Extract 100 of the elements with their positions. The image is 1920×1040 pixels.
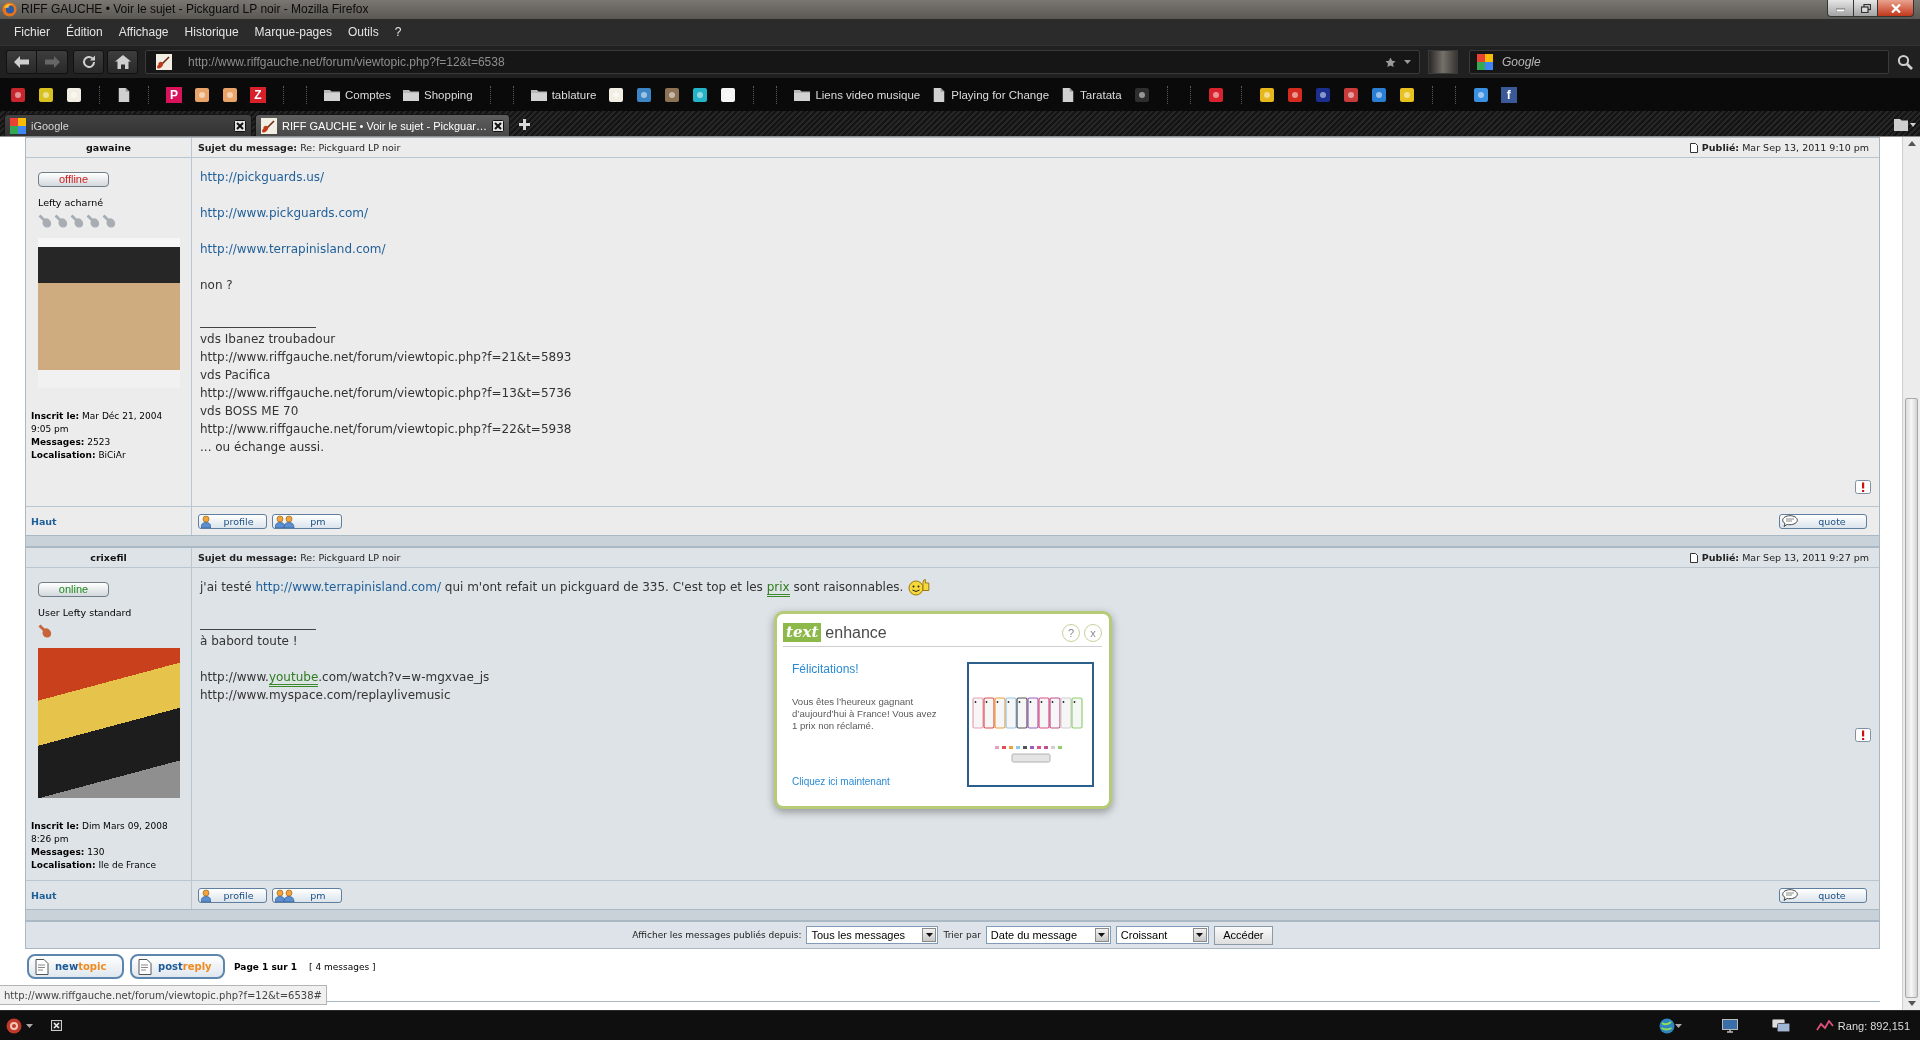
highlighted-link[interactable]: prix <box>766 580 790 597</box>
pm-button[interactable]: pm <box>272 513 342 529</box>
profile-detail: Localisation: BiCiAr <box>31 449 127 462</box>
bookmark-favicon-icon[interactable] <box>222 86 238 103</box>
menu-item[interactable]: Marque-pages <box>246 22 340 42</box>
post-reply-button[interactable]: postreply <box>130 954 225 979</box>
bookmark-favicon-icon[interactable] <box>692 86 709 103</box>
reload-button[interactable] <box>73 50 104 74</box>
monitor-icon[interactable] <box>1721 1018 1738 1033</box>
bookmark-favicon-icon[interactable] <box>194 86 210 103</box>
bookmark-letter-logo[interactable]: P <box>166 86 182 103</box>
address-field[interactable]: http://www.riffgauche.net/forum/viewtopic.php?f=12&t=6538 <box>145 50 1420 74</box>
bookmark-link[interactable]: Taratata <box>1061 86 1122 103</box>
popup-link[interactable]: Cliquez ici maintenant <box>792 776 967 787</box>
browser-tab[interactable]: RIFF GAUCHE • Voir le sujet - Pickguar… <box>255 114 510 136</box>
scroll-down-arrow-icon[interactable] <box>1907 1001 1916 1006</box>
profile-button[interactable]: profile <box>198 887 267 903</box>
profile-detail: Inscrit le: Dim Mars 09, 2008 8:26 pm <box>31 820 169 846</box>
bookmark-favicon-icon[interactable] <box>1398 86 1415 103</box>
bookmark-favicon-icon[interactable] <box>1286 86 1303 103</box>
bookmark-letter-logo[interactable]: Z <box>250 86 266 103</box>
exclamation-icon[interactable] <box>1855 728 1871 742</box>
profile-button[interactable]: profile <box>198 513 267 529</box>
go-button[interactable]: Accéder <box>1213 925 1273 945</box>
page-icon[interactable] <box>117 86 131 103</box>
bookmark-favicon-icon[interactable] <box>608 86 625 103</box>
target-icon[interactable] <box>6 1017 22 1034</box>
caret-icon <box>1404 60 1411 64</box>
browser-tab[interactable]: iGoogle <box>4 114 252 136</box>
bookmark-favicon-icon[interactable] <box>1342 86 1359 103</box>
bookmark-favicon-icon[interactable] <box>636 86 653 103</box>
menu-item[interactable]: Fichier <box>6 22 58 42</box>
bookmark-star-icon[interactable] <box>1385 56 1396 68</box>
highlighted-link[interactable]: youtube <box>268 670 319 687</box>
line-graph-icon[interactable] <box>1815 1019 1834 1032</box>
help-button[interactable]: ? <box>1062 623 1080 642</box>
bookmark-favicon-icon[interactable] <box>1133 86 1150 103</box>
thumbs-up-smiley-icon <box>908 578 931 596</box>
bookmark-folder[interactable]: tablature <box>530 88 597 101</box>
quote-button[interactable]: quote <box>1779 513 1867 529</box>
restore-icon <box>1860 3 1871 13</box>
dropdown[interactable]: Date du message <box>985 926 1111 944</box>
close-tab-icon[interactable] <box>234 119 246 132</box>
back-to-top-link[interactable]: Haut <box>31 889 57 901</box>
scrollbar-thumb[interactable] <box>1905 398 1918 998</box>
minimize-button[interactable] <box>1827 0 1854 17</box>
post-text: vds Pacifica <box>200 367 271 384</box>
bookmark-favicon-icon[interactable] <box>1258 86 1275 103</box>
quote-button[interactable]: quote <box>1779 887 1867 903</box>
scroll-up-arrow-icon[interactable] <box>1907 141 1916 146</box>
post-text: j'ai testé http://www.terrapinisland.com/ qui m'ont refait un pickguard de 335. C'est top et les prix sont raisonnables. <box>200 578 904 596</box>
menu-item[interactable]: ? <box>386 22 410 42</box>
restore-button[interactable] <box>1854 0 1878 17</box>
bookmark-favicon-icon[interactable] <box>1207 86 1224 103</box>
tab-list-icon[interactable] <box>1894 117 1916 131</box>
dropdown[interactable]: Croissant <box>1115 926 1209 944</box>
bookmark-favicon-icon[interactable] <box>1370 86 1387 103</box>
menu-item[interactable]: Affichage <box>110 22 177 42</box>
menu-item[interactable]: Outils <box>339 22 387 42</box>
close-tab-icon[interactable] <box>491 119 504 132</box>
exclamation-icon[interactable] <box>1855 480 1871 494</box>
menu-item[interactable]: Édition <box>58 22 111 42</box>
bookmark-favicon-icon[interactable] <box>1472 86 1489 103</box>
close-button[interactable]: x <box>1084 623 1102 642</box>
bookmark-favicon-icon[interactable] <box>664 86 681 103</box>
post-link[interactable]: http://www.terrapinisland.com/ <box>255 580 441 594</box>
new-tab-plus-icon[interactable] <box>518 119 530 130</box>
new-topic-button[interactable]: newtopic <box>27 954 124 979</box>
bookmark-link[interactable]: Playing for Change <box>932 86 1050 103</box>
back-to-top-link[interactable]: Haut <box>31 515 57 527</box>
home-button[interactable] <box>107 50 138 74</box>
guitar-favicon-icon <box>261 117 277 134</box>
bookmark-folder[interactable]: Comptes <box>324 88 392 101</box>
bookmark-favicon-icon[interactable] <box>66 86 82 103</box>
bookmark-favicon-icon[interactable] <box>38 86 54 103</box>
overlapping-windows-icon[interactable] <box>1771 1018 1790 1033</box>
bookmark-favicon-icon[interactable] <box>10 86 26 103</box>
app-logo-icon <box>2 2 17 17</box>
phone-ad-drawing[interactable] <box>967 662 1094 787</box>
vertical-scrollbar[interactable] <box>1902 137 1920 1010</box>
post-link[interactable]: http://pickguards.us/ <box>200 168 325 186</box>
bookmark-favicon-icon[interactable] <box>1314 86 1331 103</box>
globe-icon[interactable] <box>1658 1017 1675 1034</box>
search-icon[interactable] <box>1897 54 1913 70</box>
close-button[interactable] <box>1878 0 1914 17</box>
bookmark-folder[interactable]: Shopping <box>403 88 473 101</box>
four-squares-icon <box>10 117 26 134</box>
bookmark-folder[interactable]: Liens video musique <box>794 88 921 101</box>
post-link[interactable]: http://www.terrapinisland.com/ <box>200 240 386 258</box>
message-count: [ 4 messages ] <box>309 961 376 972</box>
dropdown[interactable]: Tous les messages <box>806 926 939 944</box>
post-text: http://www.riffgauche.net/forum/viewtopic.php?f=22&t=5938 <box>200 421 572 438</box>
post-link[interactable]: http://www.pickguards.com/ <box>200 204 369 222</box>
menu-item[interactable]: Historique <box>176 22 247 42</box>
close-box-icon[interactable] <box>51 1020 62 1031</box>
search-field[interactable]: Google <box>1469 50 1889 74</box>
pm-button[interactable]: pm <box>272 887 342 903</box>
back-button[interactable] <box>6 50 37 74</box>
bookmark-favicon-icon[interactable] <box>720 86 737 103</box>
bookmark-letter-logo[interactable]: f <box>1500 86 1517 103</box>
